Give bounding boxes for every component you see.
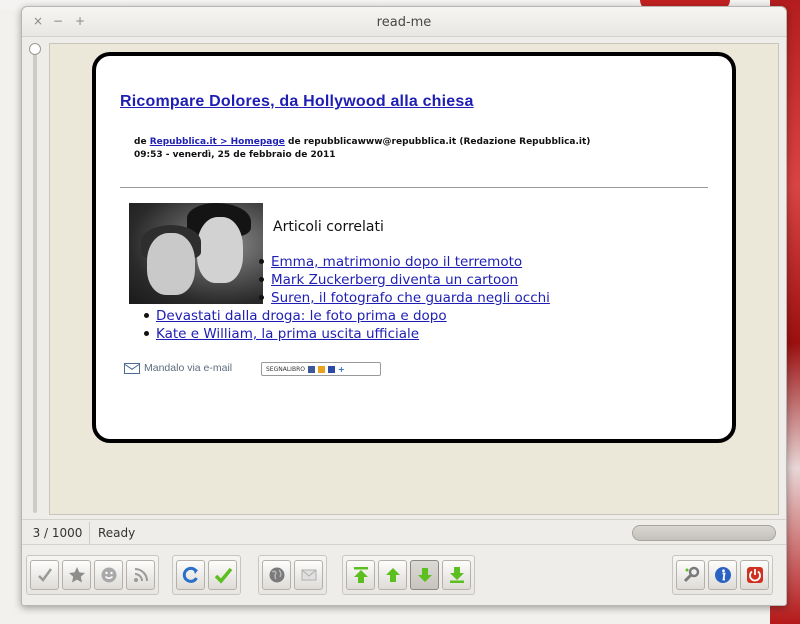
delicious-icon [327,365,335,373]
meta-author: de repubblicawww@repubblica.it (Redazion… [284,137,591,147]
slider-knob[interactable] [29,43,41,55]
first-item-button[interactable] [346,560,375,590]
article-photo [129,203,263,304]
window-title: read-me [376,15,432,30]
smiley-icon [101,567,116,583]
progress-bar [632,525,776,541]
feed-icon [133,568,148,582]
mark-read-icon [214,567,232,584]
related-articles-title: Articoli correlati [273,219,384,235]
status-text: Ready [98,526,136,540]
related-link[interactable]: Devastati dalla droga: le foto prima e d… [144,307,447,325]
related-link[interactable]: Suren, il fotografo che guarda negli occ… [259,289,550,307]
related-link[interactable]: Mark Zuckerberg diventa un cartoon [259,271,518,289]
previous-icon [385,568,400,582]
zoom-slider[interactable] [29,43,41,515]
toolbar-group-web [258,555,327,595]
article-meta: de Repubblica.it > Homepage de repubblic… [134,136,590,162]
bullet [259,276,264,282]
plus-icon: + [337,364,346,374]
titlebar: × − + read-me [22,7,786,37]
last-item-button[interactable] [442,560,471,590]
related-link-text[interactable]: Suren, il fotografo che guarda negli occ… [271,290,550,306]
related-link[interactable]: Emma, matrimonio dopo il terremoto [259,253,522,271]
social-icon [317,365,325,373]
article-view: Ricompare Dolores, da Hollywood alla chi… [49,43,779,515]
item-counter: 3 / 1000 [26,522,90,544]
settings-icon [683,566,699,583]
info-icon [714,567,731,583]
toolbar-group-refresh [172,555,241,595]
related-link[interactable]: Kate e William, la prima uscita ufficial… [144,325,419,343]
facebook-icon [307,365,315,373]
browser-button[interactable] [262,560,291,590]
next-icon [417,568,432,582]
divider [120,187,708,188]
globe-icon [269,567,284,583]
toolbar-group-item [26,555,159,595]
mark-read-button[interactable] [208,560,237,590]
toolbar-group-navigation [342,555,475,595]
envelope-icon [124,362,140,374]
power-icon [746,567,763,583]
info-button[interactable] [708,560,737,590]
source-link[interactable]: Repubblica.it > Homepage [150,137,285,147]
bookmark-widget[interactable]: SEGNALIBRO + [261,362,381,376]
article-meta-line: de Repubblica.it > Homepage de repubblic… [134,136,590,149]
bullet [144,312,149,318]
bullet [259,294,264,300]
last-icon [449,567,464,583]
related-link-text[interactable]: Devastati dalla droga: le foto prima e d… [156,308,447,324]
article-card: Ricompare Dolores, da Hollywood alla chi… [92,52,736,443]
refresh-button[interactable] [176,560,205,590]
toolbar [22,551,786,603]
quit-button[interactable] [740,560,769,590]
feed-button[interactable] [126,560,155,590]
star-button[interactable] [62,560,91,590]
email-share-label[interactable]: Mandalo via e-mail [144,362,232,374]
toolbar-group-app [672,555,773,595]
email-share-link[interactable]: Mandalo via e-mail [124,362,232,374]
refresh-icon [182,566,198,583]
photo-figure-face [197,217,243,283]
mail-button[interactable] [294,560,323,590]
bullet [259,258,264,264]
related-link-text[interactable]: Mark Zuckerberg diventa un cartoon [271,272,518,288]
bullet [144,330,149,336]
bookmark-label: SEGNALIBRO [266,365,305,373]
photo-figure-face [147,233,195,295]
article-headline[interactable]: Ricompare Dolores, da Hollywood alla chi… [120,93,474,111]
previous-item-button[interactable] [378,560,407,590]
status-bar: 3 / 1000 Ready [22,519,786,545]
meta-prefix: de [134,137,150,147]
smiley-button[interactable] [94,560,123,590]
settings-button[interactable] [676,560,705,590]
related-link-text[interactable]: Emma, matrimonio dopo il terremoto [271,254,522,270]
first-icon [353,567,368,583]
star-icon [68,567,85,583]
related-link-text[interactable]: Kate e William, la prima uscita ufficial… [156,326,419,342]
mail-icon [301,569,316,581]
next-item-button[interactable] [410,560,439,590]
check-button[interactable] [30,560,59,590]
slider-track[interactable] [33,47,37,513]
article-date: 09:53 - venerdì, 25 de febbraio de 2011 [134,150,336,160]
check-icon [37,568,52,582]
read-me-window: × − + read-me Ricompare Dolores, da Holl… [21,6,787,606]
